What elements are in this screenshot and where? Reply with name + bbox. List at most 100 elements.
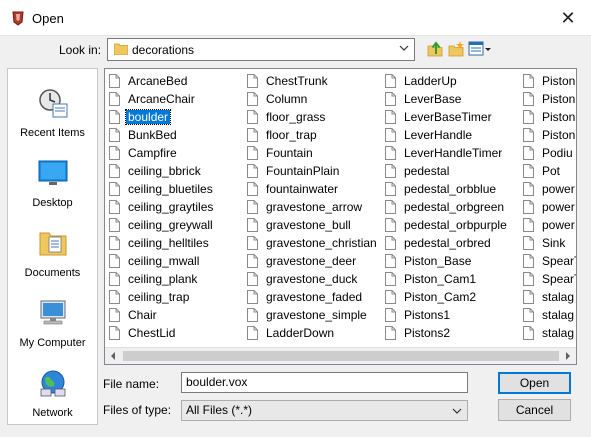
file-icon [523,182,534,196]
file-name: ceiling_bbrick [128,164,201,178]
file-icon [385,146,396,160]
file-name: pedestal [404,164,450,178]
place-label: Network [32,407,73,419]
file-type-select[interactable]: All Files (*.*) [181,400,468,421]
file-icon [523,164,534,178]
look-in-label: Look in: [59,43,102,57]
file-name: gravestone_arrow [266,200,363,214]
open-button[interactable]: Open [498,372,571,394]
file-icon [385,254,396,268]
file-icon [109,128,120,142]
file-icon [247,272,258,286]
file-icon [523,254,534,268]
file-icon [385,218,396,232]
view-menu-icon[interactable] [468,40,492,58]
file-icon [109,218,120,232]
look-in-value: decorations [132,43,195,57]
file-list[interactable]: ArcaneBed ArcaneChair boulder BunkBed Campfi… [104,68,577,365]
file-name: pedestal_orbred [404,236,491,250]
file-name: floor_grass [266,110,326,124]
place-network[interactable]: Network [8,363,97,433]
new-folder-icon[interactable] [447,40,465,58]
file-icon [247,110,258,124]
file-name: gravestone_faded [266,290,363,304]
close-icon[interactable]: ✕ [555,6,581,30]
file-name: gravestone_christian [266,236,377,250]
file-icon [109,74,120,88]
file-name: LadderUp [404,74,457,88]
file-icon [247,74,258,88]
file-icon [109,290,120,304]
place-desktop[interactable]: Desktop [8,153,97,223]
file-name: ceiling_helltiles [128,236,209,250]
place-my-computer[interactable]: My Computer [8,293,97,363]
file-icon [385,236,396,250]
file-icon [109,182,120,196]
file-name: Piston_Cam1 [404,272,477,286]
file-name: Pistons2 [404,326,451,340]
places-bar: Recent Items Desktop Documents My Comput… [7,68,98,425]
file-name: ceiling_plank [128,272,198,286]
file-name: boulder [124,109,172,125]
chevron-down-icon [452,408,462,414]
place-documents[interactable]: Documents [8,223,97,293]
scrollbar-thumb[interactable] [123,351,559,361]
file-name: Piston [542,92,576,106]
file-name: LadderDown [266,326,335,340]
file-name: stalag [542,290,575,304]
file-name: FountainPlain [266,164,340,178]
file-name: gravestone_duck [266,272,358,286]
file-type-value: All Files (*.*) [186,403,253,417]
window-title: Open [32,11,64,26]
horizontal-scrollbar[interactable] [105,347,576,364]
file-icon [385,308,396,322]
file-name: ceiling_greywall [128,218,213,232]
file-icon [247,326,258,340]
file-icon [523,92,534,106]
file-name: ChestTrunk [266,74,328,88]
file-icon [247,254,258,268]
file-icon [385,272,396,286]
file-icon [247,164,258,178]
file-name-input[interactable]: boulder.vox [181,372,468,393]
file-name: LeverBase [404,92,462,106]
network-icon [40,370,66,397]
file-name: Pot [542,164,561,178]
file-name: SpearT [542,272,576,286]
scroll-left-icon[interactable] [109,352,117,360]
file-icon [247,308,258,322]
file-name: ceiling_bluetiles [128,182,213,196]
file-name: stalag [542,308,575,322]
file-icon [247,200,258,214]
file-icon [247,290,258,304]
file-icon [523,218,534,232]
file-icon [109,146,120,160]
file-icon [385,164,396,178]
file-icon [523,146,534,160]
chevron-down-icon [399,45,409,51]
file-name: ArcaneBed [128,74,188,88]
file-icon [385,110,396,124]
file-name: SpearT [542,254,576,268]
file-icon [109,326,120,340]
file-icon [523,290,534,304]
scroll-right-icon[interactable] [564,352,572,360]
file-name: power [542,182,575,196]
folder-icon [114,43,128,55]
place-recent-items[interactable]: Recent Items [8,83,97,153]
file-name: Chair [128,308,157,322]
file-name: gravestone_bull [266,218,351,232]
file-icon [109,110,120,124]
file-name: power [542,218,575,232]
file-name: LeverHandle [404,128,473,142]
up-folder-icon[interactable] [426,40,444,58]
file-icon [247,236,258,250]
file-icon [523,272,534,286]
file-name: Pistons1 [404,308,451,322]
file-icon [109,272,120,286]
file-icon [109,164,120,178]
cancel-button[interactable]: Cancel [498,399,571,421]
look-in-combo[interactable]: decorations [107,38,415,61]
place-label: My Computer [19,337,86,349]
place-label: Desktop [32,197,73,209]
